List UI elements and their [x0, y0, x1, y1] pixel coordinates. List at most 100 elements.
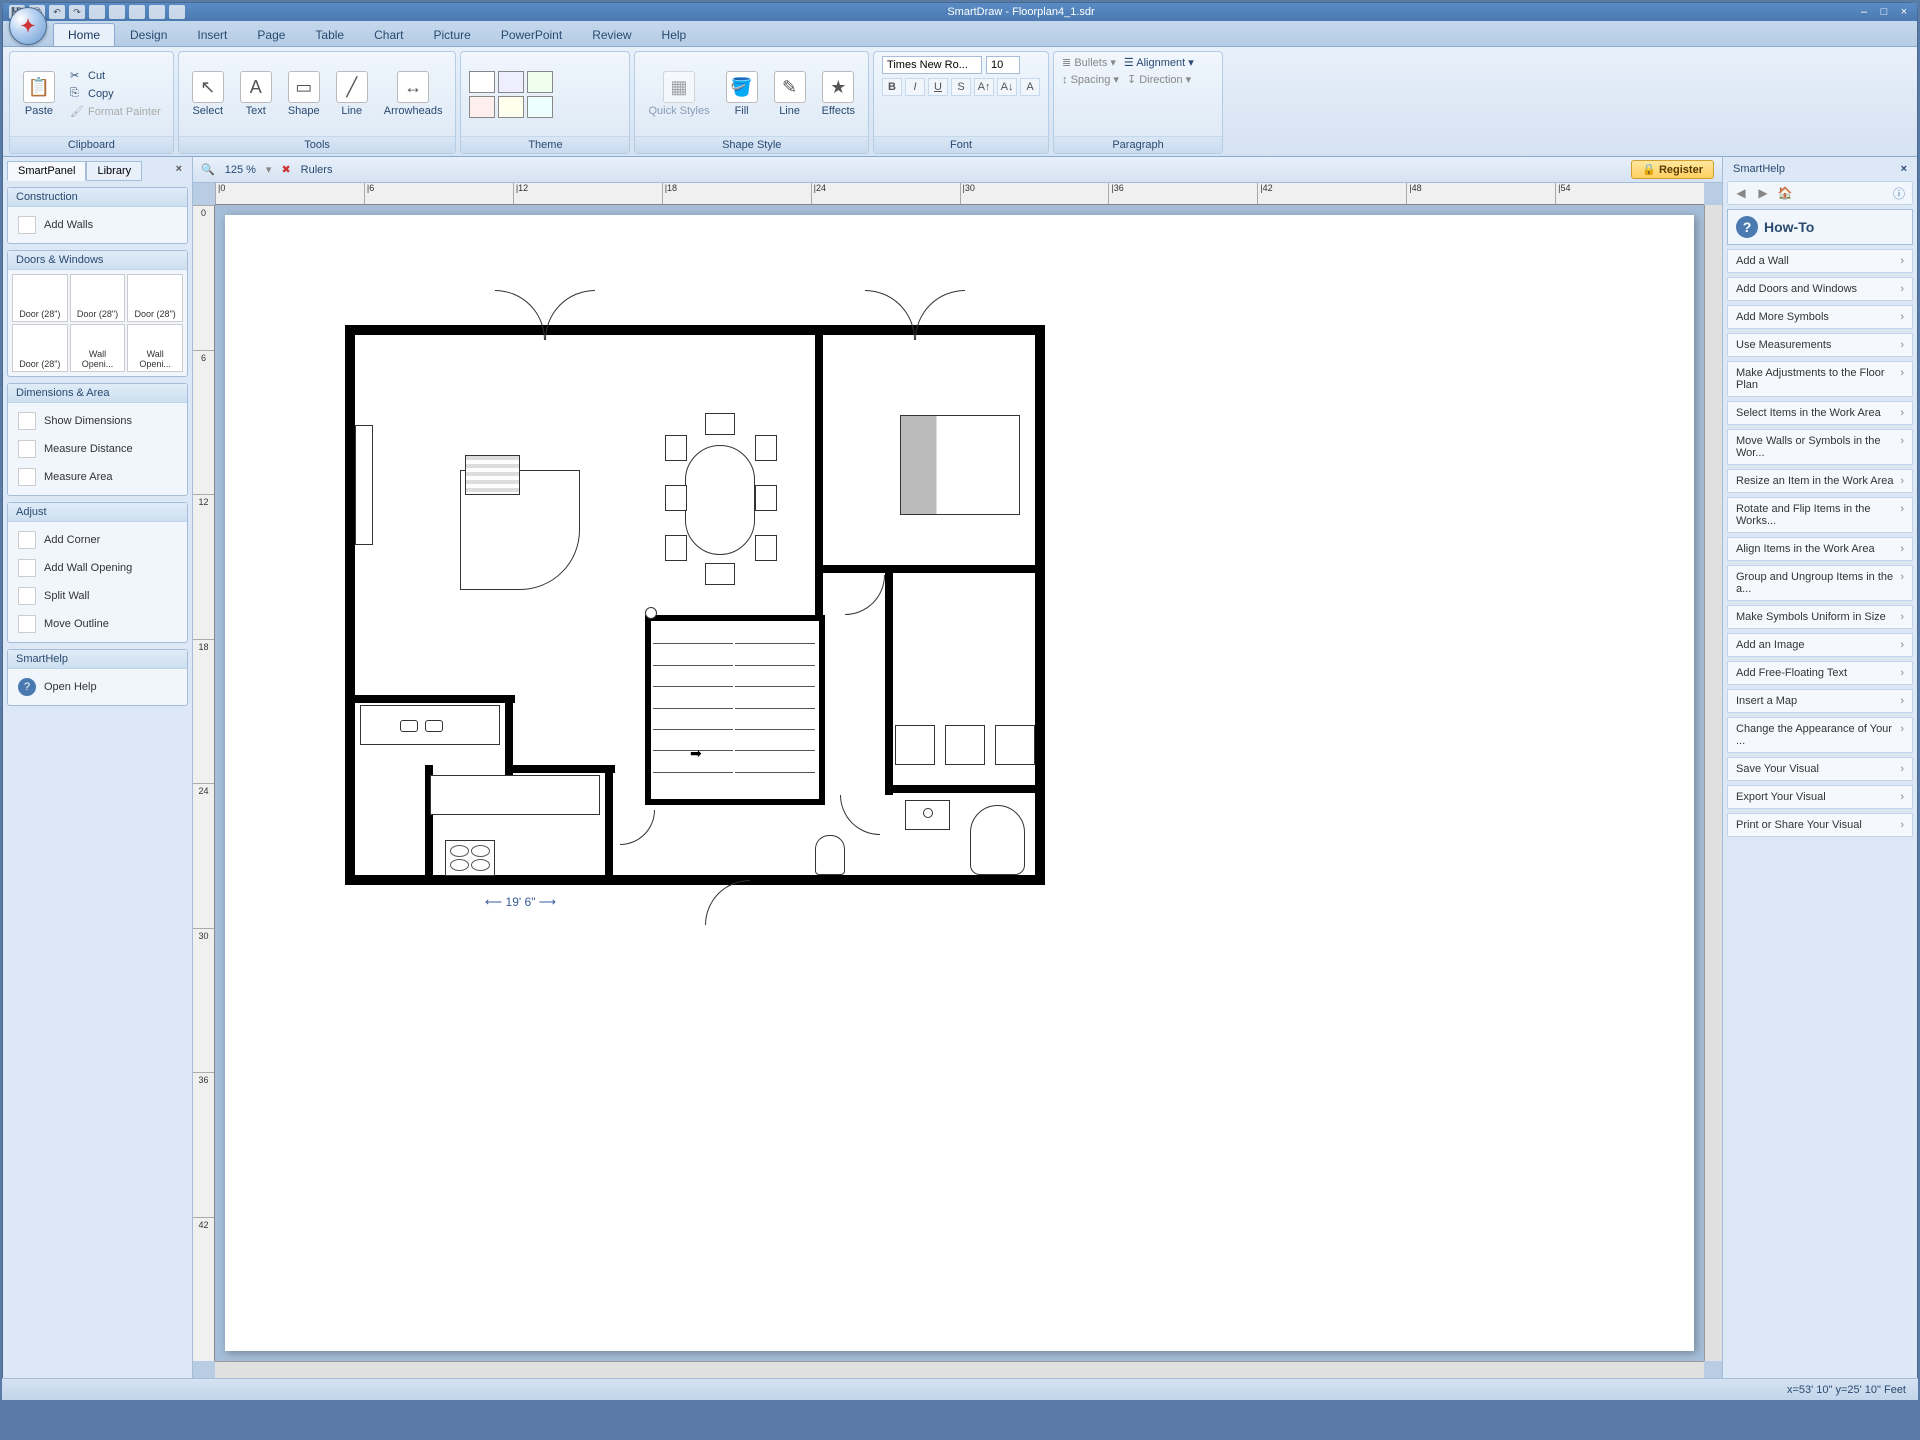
help-topic[interactable]: Select Items in the Work Area — [1727, 401, 1913, 425]
tab-design[interactable]: Design — [115, 23, 182, 46]
wall-opening-symbol[interactable]: Wall Openi... — [127, 324, 183, 372]
door-symbol[interactable]: Door (28") — [12, 324, 68, 372]
tab-powerpoint[interactable]: PowerPoint — [486, 23, 577, 46]
chair-symbol[interactable] — [665, 435, 687, 461]
effects-button[interactable]: ★Effects — [817, 68, 860, 120]
fill-button[interactable]: 🪣Fill — [721, 68, 763, 120]
appliance-symbol[interactable] — [995, 725, 1035, 765]
show-dimensions-button[interactable]: Show Dimensions — [12, 407, 183, 435]
help-topic[interactable]: Add Free-Floating Text — [1727, 661, 1913, 685]
help-home-button[interactable]: 🏠 — [1776, 184, 1794, 202]
smartpanel-tab[interactable]: SmartPanel — [7, 161, 86, 181]
stove-symbol[interactable] — [445, 840, 495, 876]
font-size-select[interactable] — [986, 56, 1020, 74]
drawing-page[interactable]: ➡ — [225, 215, 1694, 1351]
register-button[interactable]: 🔒 Register — [1631, 160, 1714, 179]
chair-symbol[interactable] — [665, 535, 687, 561]
font-face-select[interactable] — [882, 56, 982, 74]
help-topic[interactable]: Align Items in the Work Area — [1727, 537, 1913, 561]
chair-symbol[interactable] — [755, 535, 777, 561]
zoom-select[interactable]: 125 % — [225, 164, 256, 176]
help-topic[interactable]: Insert a Map — [1727, 689, 1913, 713]
theme-swatch[interactable] — [469, 71, 495, 93]
help-topic[interactable]: Make Adjustments to the Floor Plan — [1727, 361, 1913, 397]
theme-swatch[interactable] — [527, 96, 553, 118]
qat-undo-icon[interactable]: ↶ — [49, 5, 65, 19]
strike-button[interactable]: S — [951, 78, 971, 96]
bold-button[interactable]: B — [882, 78, 902, 96]
chair-symbol[interactable] — [705, 563, 735, 585]
tab-page[interactable]: Page — [242, 23, 300, 46]
rulers-toggle[interactable]: Rulers — [301, 164, 333, 176]
format-painter-button[interactable]: 🖌Format Painter — [66, 104, 165, 120]
rulers-toggle-icon[interactable]: ✖ — [281, 163, 290, 176]
help-topic[interactable]: Move Walls or Symbols in the Wor... — [1727, 429, 1913, 465]
qat-item-icon[interactable] — [129, 5, 145, 19]
direction-button[interactable]: ↧ Direction ▾ — [1127, 73, 1191, 86]
add-wall-opening-button[interactable]: Add Wall Opening — [12, 554, 183, 582]
tab-help[interactable]: Help — [647, 23, 702, 46]
arrowheads-button[interactable]: ↔Arrowheads — [379, 68, 448, 120]
tab-review[interactable]: Review — [577, 23, 646, 46]
floor-plan[interactable]: ➡ — [345, 325, 1045, 885]
help-topic[interactable]: Use Measurements — [1727, 333, 1913, 357]
help-topic[interactable]: Group and Ungroup Items in the a... — [1727, 565, 1913, 601]
help-topic[interactable]: Rotate and Flip Items in the Works... — [1727, 497, 1913, 533]
qat-item-icon[interactable] — [169, 5, 185, 19]
help-topic[interactable]: Change the Appearance of Your ... — [1727, 717, 1913, 753]
help-topic[interactable]: Make Symbols Uniform in Size — [1727, 605, 1913, 629]
zoom-icon[interactable]: 🔍 — [201, 163, 215, 176]
help-topic[interactable]: Add More Symbols — [1727, 305, 1913, 329]
select-button[interactable]: ↖Select — [187, 68, 229, 120]
paste-button[interactable]: 📋Paste — [18, 68, 60, 120]
help-topic[interactable]: Add Doors and Windows — [1727, 277, 1913, 301]
tab-home[interactable]: Home — [53, 23, 115, 46]
table-symbol[interactable] — [465, 455, 520, 495]
copy-button[interactable]: ⎘Copy — [66, 86, 165, 102]
bed-symbol[interactable] — [900, 415, 1020, 515]
spacing-button[interactable]: ↕ Spacing ▾ — [1062, 73, 1119, 86]
move-outline-button[interactable]: Move Outline — [12, 610, 183, 638]
close-button[interactable]: × — [1897, 6, 1911, 18]
line-button[interactable]: ╱Line — [331, 68, 373, 120]
add-walls-button[interactable]: Add Walls — [12, 211, 183, 239]
measure-area-button[interactable]: Measure Area — [12, 463, 183, 491]
bathtub-symbol[interactable] — [970, 805, 1025, 875]
help-topic[interactable]: Resize an Item in the Work Area — [1727, 469, 1913, 493]
help-topic[interactable]: Add a Wall — [1727, 249, 1913, 273]
help-topic[interactable]: Export Your Visual — [1727, 785, 1913, 809]
qat-item-icon[interactable] — [109, 5, 125, 19]
chair-symbol[interactable] — [665, 485, 687, 511]
theme-swatch[interactable] — [498, 71, 524, 93]
theme-gallery[interactable] — [461, 52, 629, 136]
add-corner-button[interactable]: Add Corner — [12, 526, 183, 554]
help-topic[interactable]: Print or Share Your Visual — [1727, 813, 1913, 837]
fireplace-symbol[interactable] — [355, 425, 373, 545]
theme-swatch[interactable] — [527, 71, 553, 93]
cut-button[interactable]: ✂Cut — [66, 68, 165, 84]
qat-redo-icon[interactable]: ↷ — [69, 5, 85, 19]
vertical-scrollbar[interactable] — [1704, 205, 1722, 1361]
app-orb-button[interactable]: ✦ — [9, 7, 47, 45]
font-color-button[interactable]: A — [1020, 78, 1040, 96]
door-symbol[interactable]: Door (28") — [70, 274, 126, 322]
quick-styles-button[interactable]: ▦Quick Styles — [643, 68, 714, 120]
door-symbol[interactable]: Door (28") — [12, 274, 68, 322]
grow-font-button[interactable]: A↑ — [974, 78, 994, 96]
qat-item-icon[interactable] — [89, 5, 105, 19]
measure-distance-button[interactable]: Measure Distance — [12, 435, 183, 463]
rightpanel-close-button[interactable]: × — [1901, 163, 1907, 175]
help-forward-button[interactable]: ▶ — [1754, 184, 1772, 202]
help-info-button[interactable]: ⓘ — [1890, 184, 1908, 202]
alignment-button[interactable]: ☰ Alignment ▾ — [1124, 56, 1194, 69]
split-wall-button[interactable]: Split Wall — [12, 582, 183, 610]
chair-symbol[interactable] — [705, 413, 735, 435]
chair-symbol[interactable] — [755, 435, 777, 461]
shrink-font-button[interactable]: A↓ — [997, 78, 1017, 96]
canvas-viewport[interactable]: ➡ — [215, 205, 1704, 1361]
tab-table[interactable]: Table — [300, 23, 359, 46]
text-button[interactable]: AText — [235, 68, 277, 120]
appliance-symbol[interactable] — [895, 725, 935, 765]
underline-button[interactable]: U — [928, 78, 948, 96]
qat-item-icon[interactable] — [149, 5, 165, 19]
